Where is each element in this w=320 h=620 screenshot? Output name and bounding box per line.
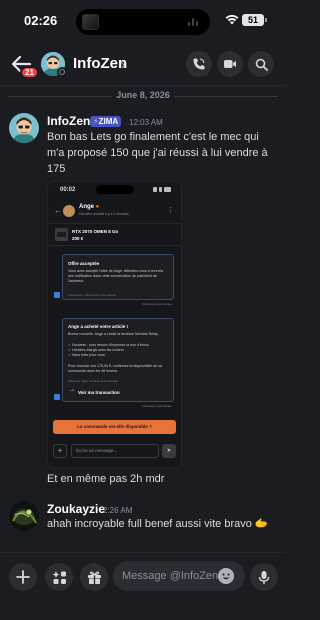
audio-bars-icon — [188, 18, 198, 26]
date-divider: June 8, 2026 — [0, 88, 286, 104]
add-attachment-button[interactable] — [9, 563, 37, 591]
attachment-avatar — [63, 205, 75, 217]
attachment-product-price: 200 € — [72, 236, 84, 241]
message-text: Et en même pas 2h mdr — [47, 473, 165, 485]
now-playing-thumbnail — [82, 14, 99, 30]
apps-button[interactable] — [45, 563, 73, 591]
message-composer: Message @InfoZen — [0, 552, 286, 620]
attachment-card-meta: Message automatique — [142, 302, 172, 306]
attachment-offer-card: Offre acceptée Vous avez accepté l'offre… — [62, 254, 174, 300]
sparkle-apps-icon — [52, 570, 66, 584]
attachment-card-small: L'annulera » 48 heures maxi passée — [68, 293, 117, 297]
search-button[interactable] — [248, 51, 274, 77]
attachment-product-name: RTX 2070 OMEN 8 Go — [72, 229, 119, 234]
attachment-card-small: Passé ce délai, la vente sera annulée. — [68, 379, 119, 383]
attachment-card-body: Pour recevoir vos 175,00 €, confirmez la… — [68, 364, 162, 373]
attachment-chat-header: ← Ange ● Dernière activité il y a 2 minu… — [48, 200, 181, 224]
attachment-card-body: Vous avez accepté l'offre de Ange. Atten… — [68, 269, 164, 283]
attachment-send-icon: ➤ — [162, 444, 176, 458]
message-author[interactable]: InfoZen — [47, 114, 90, 128]
attachment-status-time: 00:02 — [60, 187, 76, 193]
voice-call-button[interactable] — [186, 51, 212, 77]
message-timestamp: 2:26 AM — [103, 506, 133, 515]
date-label: June 8, 2026 — [116, 90, 170, 100]
message-input-placeholder: Message @InfoZen — [122, 570, 219, 582]
microphone-icon — [258, 570, 270, 584]
attachment-card-body: Bonne nouvelle, Ange a choisi la livrais… — [68, 332, 159, 336]
video-call-button[interactable] — [217, 51, 243, 77]
attachment-input: Écrire un message... — [71, 444, 159, 458]
status-bar: 02:26 51 — [0, 0, 286, 44]
chevron-right-icon[interactable]: › — [121, 57, 125, 72]
attachment-card-bullet: ✓ Sans frais pour vous — [68, 353, 105, 357]
attachment-product: RTX 2070 OMEN 8 Go 200 € — [48, 224, 181, 246]
attachment-status-bar: 00:02 — [48, 182, 181, 198]
attachment-input-row: + Écrire un message... ➤ — [53, 444, 176, 458]
attachment-product-image — [55, 228, 68, 241]
message-text: ahah incroyable full benef aussi vite br… — [47, 518, 269, 530]
attachment-status-icons — [153, 187, 171, 192]
arrow-right-icon: → — [69, 387, 75, 393]
image-attachment[interactable]: 00:02 ← Ange ● Dernière activité il y a … — [47, 181, 182, 468]
attachment-back-icon: ← — [54, 206, 62, 215]
attachment-contact-name: Ange ● — [79, 204, 100, 210]
plus-icon — [16, 570, 30, 584]
attachment-card-meta: Message automatique — [142, 404, 172, 408]
offline-status-icon — [57, 67, 67, 77]
battery-indicator: 51 — [242, 14, 267, 26]
unread-badge: 21 — [20, 66, 39, 79]
clan-tag-badge: ⚡ZIMA — [90, 116, 122, 127]
attachment-card-title: Offre acceptée — [68, 261, 100, 266]
attachment-cta-button: La commande est-elle disponible ? — [53, 420, 176, 434]
attachment-system-icon — [54, 394, 60, 400]
status-time: 02:26 — [24, 13, 58, 28]
attachment-system-icon — [54, 292, 60, 298]
attachment-plus-icon: + — [53, 444, 67, 458]
message-timestamp: 12:03 AM — [129, 118, 163, 127]
phone-icon — [193, 58, 205, 70]
attachment-card-title: Ange a acheté votre article ! — [68, 324, 129, 329]
page-title[interactable]: InfoZen — [73, 55, 127, 72]
wifi-icon — [225, 15, 239, 25]
avatar[interactable] — [9, 113, 39, 143]
emoji-icon[interactable] — [218, 568, 234, 584]
message-text: Bon bas Lets go finalement c'est le mec … — [47, 131, 268, 175]
message-author[interactable]: Zoukayzie — [47, 502, 105, 516]
voice-message-button[interactable] — [250, 563, 278, 591]
gift-icon — [87, 571, 101, 584]
attachment-card-button: Voir ma transaction — [78, 390, 120, 395]
video-camera-icon — [224, 60, 236, 68]
dynamic-island — [76, 9, 210, 35]
search-icon — [255, 58, 268, 71]
dm-header: 21 InfoZen › — [0, 44, 286, 86]
avatar[interactable] — [9, 501, 39, 531]
clan-tag: ZIMA — [98, 117, 119, 126]
attachment-contact-sub: Dernière activité il y a 2 minutes — [79, 212, 129, 216]
gift-button[interactable] — [80, 563, 108, 591]
attachment-more-icon: ⋮ — [167, 207, 174, 214]
attachment-purchase-card: Ange a acheté votre article ! Bonne nouv… — [62, 318, 174, 402]
